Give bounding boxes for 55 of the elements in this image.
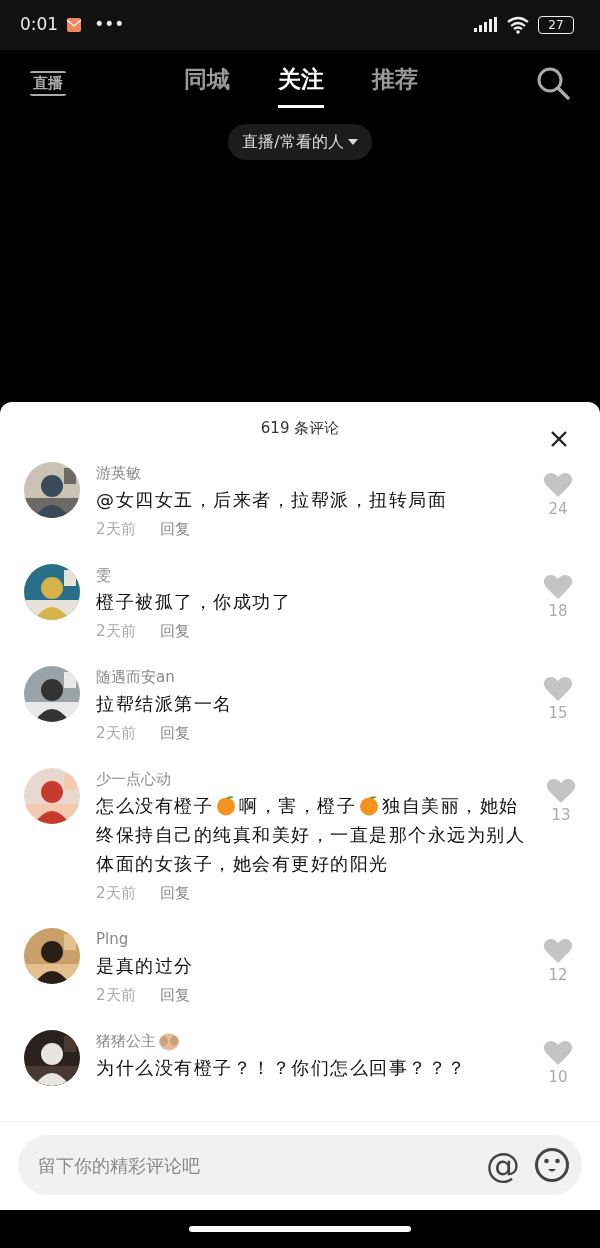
timestamp: 2天前 (96, 518, 136, 540)
reply-button[interactable]: 回复 (159, 983, 190, 1006)
clock-text: 0:01 (20, 13, 59, 37)
heart-icon[interactable] (543, 1040, 573, 1066)
more-text: ••• (94, 13, 125, 37)
reply-button[interactable]: 回复 (159, 619, 190, 642)
mention-button[interactable]: @ (480, 1148, 526, 1182)
nav-tab[interactable]: 关注 (278, 58, 324, 108)
emoji-button-icon[interactable] (534, 1147, 570, 1183)
battery-indicator: 27 (538, 16, 574, 34)
comment-text: 是真的过分 (96, 953, 195, 978)
like-count: 24 (548, 499, 568, 520)
filter-dropdown[interactable]: 直播/常看的人 (228, 124, 372, 160)
timestamp: 2天前 (96, 620, 136, 642)
reply-button[interactable]: 回复 (159, 881, 190, 904)
caret-icon (347, 138, 358, 146)
signal-icon (474, 17, 498, 33)
comment-text: 拉帮结派第一名 (96, 691, 234, 716)
comment-text: 怎么没有橙子 啊，害，橙子 独自美丽，她始终保持自己的纯真和美好，一直是那个永远为别人体面的女孩子，她会有更好的阳光 (96, 792, 526, 876)
reply-button[interactable]: 回复 (159, 517, 190, 540)
home-indicator[interactable] (189, 1226, 411, 1232)
like-count: 15 (548, 703, 568, 724)
timestamp: 2天前 (96, 984, 136, 1006)
nav-tab[interactable]: 推荐 (372, 58, 418, 108)
user-name[interactable]: 猪猪公主 (96, 1030, 156, 1053)
heart-icon[interactable] (543, 938, 573, 964)
live-logo[interactable]: 直播 (30, 70, 66, 96)
comment-input[interactable]: 留下你的精彩评论吧 @ (18, 1135, 582, 1195)
user-name[interactable]: 随遇而安an (96, 666, 175, 689)
like-count: 10 (548, 1067, 568, 1088)
user-name[interactable]: 少一点心动 (96, 768, 171, 791)
search-icon[interactable] (536, 66, 570, 100)
like-count: 18 (548, 601, 568, 622)
timestamp: 2天前 (96, 882, 136, 904)
heart-icon[interactable] (543, 574, 573, 600)
reply-button[interactable]: 回复 (159, 721, 190, 744)
timestamp: 2天前 (96, 722, 136, 744)
heart-icon[interactable] (546, 778, 576, 804)
tangerine-icon (215, 793, 237, 816)
like-count: 12 (548, 965, 568, 986)
user-name[interactable]: Plng (96, 928, 129, 951)
heart-icon[interactable] (543, 472, 573, 498)
panel-title: 619 条评论 (260, 417, 340, 439)
notification-icon (66, 17, 83, 33)
close-icon[interactable] (550, 430, 568, 448)
nav-tab[interactable]: 同城 (184, 58, 230, 108)
heart-icon[interactable] (543, 676, 573, 702)
user-name[interactable]: 雯 (96, 564, 111, 587)
tangerine-icon (358, 793, 380, 816)
comment-text: @女四女五，后来者，拉帮派，扭转局面 (96, 487, 448, 512)
wifi-icon (506, 16, 530, 34)
like-count: 13 (551, 805, 571, 826)
comment-text: 为什么没有橙子？！？你们怎么回事？？？ (96, 1055, 468, 1080)
user-name[interactable]: 游英敏 (96, 462, 141, 485)
comment-text: 橙子被孤了，你成功了 (96, 589, 292, 614)
